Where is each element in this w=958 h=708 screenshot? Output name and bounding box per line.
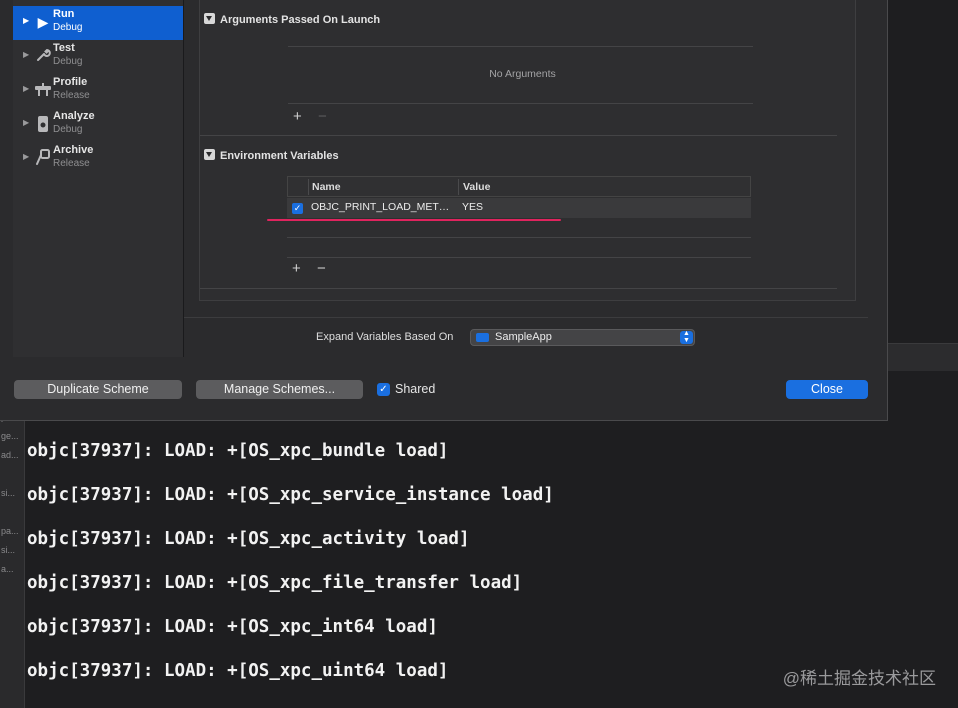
disclosure-triangle-icon[interactable] <box>204 149 215 160</box>
scheme-editor-sheet: ▶ ▶ Run Debug ▶ Test Debug ▶ Profile Rel… <box>0 0 888 421</box>
archive-icon <box>34 149 52 167</box>
console-line: objc[37937]: LOAD: +[OS_xpc_file_transfe… <box>27 573 523 593</box>
divider <box>200 135 837 136</box>
sidebar-item-label: Analyze <box>53 110 95 122</box>
remove-argument-button[interactable]: − <box>318 109 327 124</box>
remove-env-var-button[interactable]: − <box>317 261 326 276</box>
shared-checkbox[interactable]: ✓ <box>377 383 390 396</box>
instruments-icon <box>34 81 52 99</box>
sidebar-item-label: Profile <box>53 76 88 88</box>
no-arguments-text: No Arguments <box>489 68 556 80</box>
expand-variables-row: Expand Variables Based On SampleApp ▲ ▼ <box>184 320 868 350</box>
navigator-fragment[interactable] <box>0 465 24 484</box>
scheme-action-sidebar: ▶ ▶ Run Debug ▶ Test Debug ▶ Profile Rel… <box>13 0 184 357</box>
env-var-name[interactable]: OBJC_PRINT_LOAD_MET… <box>311 201 449 213</box>
divider <box>184 317 868 318</box>
disclosure-arrow-icon[interactable]: ▶ <box>23 118 29 127</box>
sidebar-item-label: Test <box>53 42 75 54</box>
console-line: objc[37937]: LOAD: +[OS_xpc_service_inst… <box>27 485 554 505</box>
sidebar-item-label: Archive <box>53 144 94 156</box>
table-row[interactable]: ✓ OBJC_PRINT_LOAD_MET… YES <box>287 198 751 218</box>
sidebar-item-config: Debug <box>53 56 83 67</box>
sidebar-item-profile[interactable]: ▶ Profile Release <box>13 74 183 108</box>
play-icon: ▶ <box>37 14 49 30</box>
analyze-icon <box>34 115 52 133</box>
debug-area-fragment <box>888 371 958 408</box>
sidebar-item-config: Release <box>53 158 90 169</box>
divider <box>200 288 837 289</box>
navigator-fragment[interactable]: ge... <box>0 427 24 446</box>
duplicate-scheme-button[interactable]: Duplicate Scheme <box>14 380 182 399</box>
console-line: objc[37937]: LOAD: +[OS_xpc_bundle load] <box>27 441 449 461</box>
disclosure-arrow-icon[interactable]: ▶ <box>23 152 29 161</box>
popup-stepper-icon: ▲ ▼ <box>680 330 693 344</box>
column-header-name[interactable]: Name <box>312 181 341 193</box>
sidebar-item-run[interactable]: ▶ ▶ Run Debug <box>13 6 183 40</box>
highlight-underline <box>267 219 561 221</box>
sidebar-item-config: Release <box>53 90 90 101</box>
console-line: objc[37937]: LOAD: +[OS_xpc_uint64 load] <box>27 661 449 681</box>
shared-label[interactable]: Shared <box>395 382 435 396</box>
table-header: Name Value <box>287 176 751 197</box>
column-separator <box>458 179 459 195</box>
row-enabled-checkbox[interactable]: ✓ <box>292 203 303 214</box>
sidebar-item-analyze[interactable]: ▶ Analyze Debug <box>13 108 183 142</box>
column-separator <box>308 179 309 195</box>
navigator-fragment[interactable]: si... <box>0 484 24 503</box>
divider <box>287 237 751 238</box>
sidebar-item-label: Run <box>53 8 75 20</box>
navigator-fragment[interactable]: si... <box>0 541 24 560</box>
arguments-section-title: Arguments Passed On Launch <box>220 14 381 26</box>
wrench-icon <box>34 47 52 65</box>
popup-value: SampleApp <box>495 331 552 343</box>
debug-bar-fragment <box>888 343 958 373</box>
watermark: @稀土掘金技术社区 <box>782 669 936 688</box>
sidebar-item-config: Debug <box>53 124 83 135</box>
env-var-value[interactable]: YES <box>462 201 483 213</box>
arguments-section-header[interactable]: Arguments Passed On Launch <box>204 13 380 26</box>
sidebar-item-config: Debug <box>53 22 83 33</box>
env-section-title: Environment Variables <box>220 150 339 162</box>
add-argument-button[interactable]: + <box>293 109 302 124</box>
sidebar-item-test[interactable]: ▶ Test Debug <box>13 40 183 74</box>
divider <box>288 103 753 104</box>
disclosure-arrow-icon[interactable]: ▶ <box>23 16 29 25</box>
run-arguments-pane: Arguments Passed On Launch No Arguments … <box>184 0 868 357</box>
divider <box>288 46 753 47</box>
app-target-icon <box>476 333 489 342</box>
navigator-strip: p... ge... ad... si... pa... si... a... <box>0 408 25 708</box>
sidebar-item-archive[interactable]: ▶ Archive Release <box>13 142 183 176</box>
console-line: objc[37937]: LOAD: +[OS_xpc_int64 load] <box>27 617 438 637</box>
navigator-fragment[interactable] <box>0 503 24 522</box>
expand-variables-label: Expand Variables Based On <box>316 331 454 343</box>
column-header-value[interactable]: Value <box>463 181 490 193</box>
disclosure-triangle-icon[interactable] <box>204 13 215 24</box>
env-section-header[interactable]: Environment Variables <box>204 149 339 162</box>
disclosure-arrow-icon[interactable]: ▶ <box>23 84 29 93</box>
navigator-fragment[interactable]: ad... <box>0 446 24 465</box>
add-env-var-button[interactable]: + <box>292 261 301 276</box>
navigator-fragment[interactable]: a... <box>0 560 24 579</box>
disclosure-arrow-icon[interactable]: ▶ <box>23 50 29 59</box>
divider <box>287 257 751 258</box>
manage-schemes-button[interactable]: Manage Schemes... <box>196 380 363 399</box>
arguments-panel: Arguments Passed On Launch No Arguments … <box>199 0 856 301</box>
console-line: objc[37937]: LOAD: +[OS_xpc_activity loa… <box>27 529 470 549</box>
navigator-fragment[interactable]: pa... <box>0 522 24 541</box>
expand-variables-popup[interactable]: SampleApp ▲ ▼ <box>470 329 695 346</box>
close-button[interactable]: Close <box>786 380 868 399</box>
env-variables-table: Name Value ✓ OBJC_PRINT_LOAD_MET… YES <box>287 176 751 220</box>
